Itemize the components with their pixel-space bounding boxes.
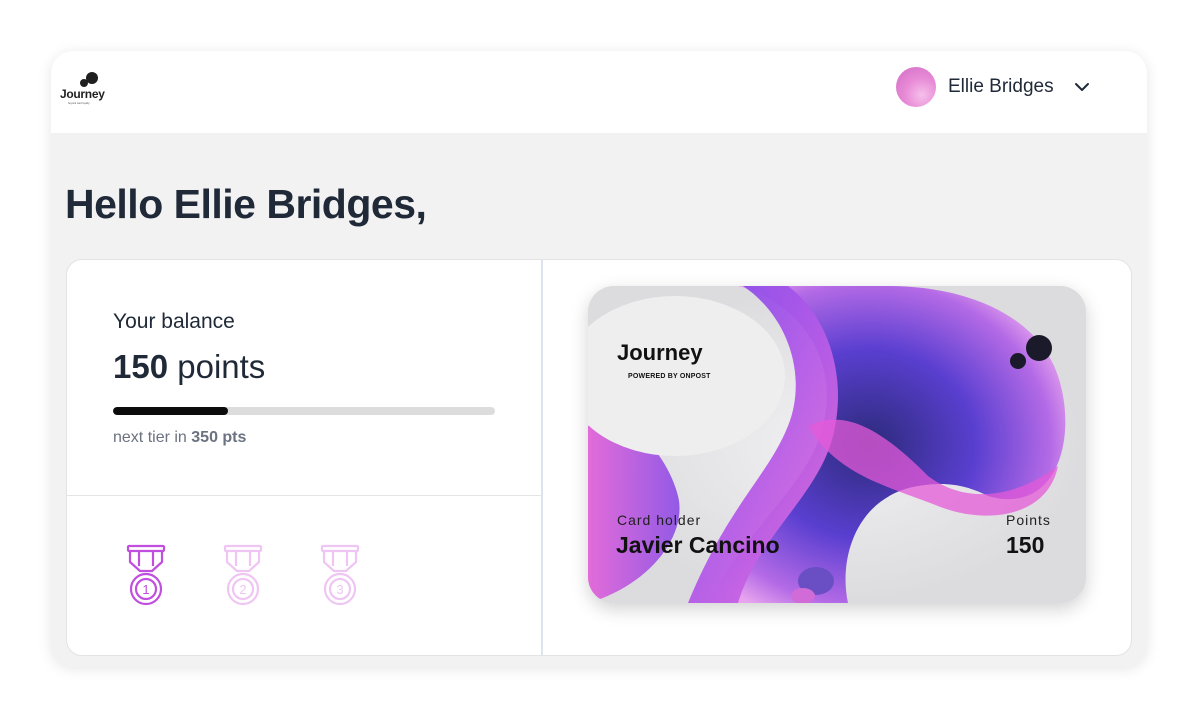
next-tier-prefix: next tier in xyxy=(113,429,187,446)
top-bar: Journey beyond card loyalty Ellie Bridge… xyxy=(51,51,1147,133)
card-holder-name: Javier Cancino xyxy=(616,532,780,558)
loyalty-card[interactable]: Journey POWERED BY ONPOST Card holder Ja… xyxy=(588,286,1086,603)
chevron-down-icon[interactable] xyxy=(1072,77,1092,97)
card-logo-dot-small xyxy=(1010,353,1026,369)
balance-unit: points xyxy=(177,348,266,385)
card-brand: Journey xyxy=(617,340,703,365)
next-tier-value: 350 pts xyxy=(191,429,247,446)
card-holder-label: Card holder xyxy=(617,512,702,528)
journey-logo[interactable]: Journey beyond card loyalty xyxy=(60,71,120,107)
app-window: Journey beyond card loyalty Ellie Bridge… xyxy=(51,51,1147,667)
rewards-panel: Your balance 150 points next tier in 350… xyxy=(66,259,1132,656)
card-logo-dot-large xyxy=(1026,335,1052,361)
balance-label: Your balance xyxy=(113,310,235,333)
card-powered-by: POWERED BY ONPOST xyxy=(628,373,711,380)
logo-tagline: beyond card loyalty xyxy=(68,102,90,105)
user-name[interactable]: Ellie Bridges xyxy=(948,76,1054,98)
medal-2-number: 2 xyxy=(239,582,246,597)
panel-divider-vertical xyxy=(541,260,543,655)
medal-1-number: 1 xyxy=(142,582,149,597)
medal-3-number: 3 xyxy=(336,582,343,597)
user-menu[interactable]: Ellie Bridges xyxy=(896,67,1092,107)
page-title: Hello Ellie Bridges, xyxy=(65,181,427,227)
balance-value: 150 points xyxy=(113,348,265,386)
logo-text: Journey xyxy=(60,87,105,101)
balance-amount: 150 xyxy=(113,348,169,385)
medal-1-icon[interactable]: 1 xyxy=(124,544,168,608)
card-points-value: 150 xyxy=(1006,532,1045,558)
avatar[interactable] xyxy=(896,67,936,107)
card-points-label: Points xyxy=(1006,512,1051,528)
panel-divider-horizontal xyxy=(67,495,541,496)
tier-progress-fill xyxy=(113,407,228,415)
next-tier-text: next tier in 350 pts xyxy=(113,429,246,447)
medal-2-icon[interactable]: 2 xyxy=(221,544,265,608)
medal-3-icon[interactable]: 3 xyxy=(318,544,362,608)
tier-progress-bar xyxy=(113,407,495,415)
logo-dot-small xyxy=(80,79,88,87)
